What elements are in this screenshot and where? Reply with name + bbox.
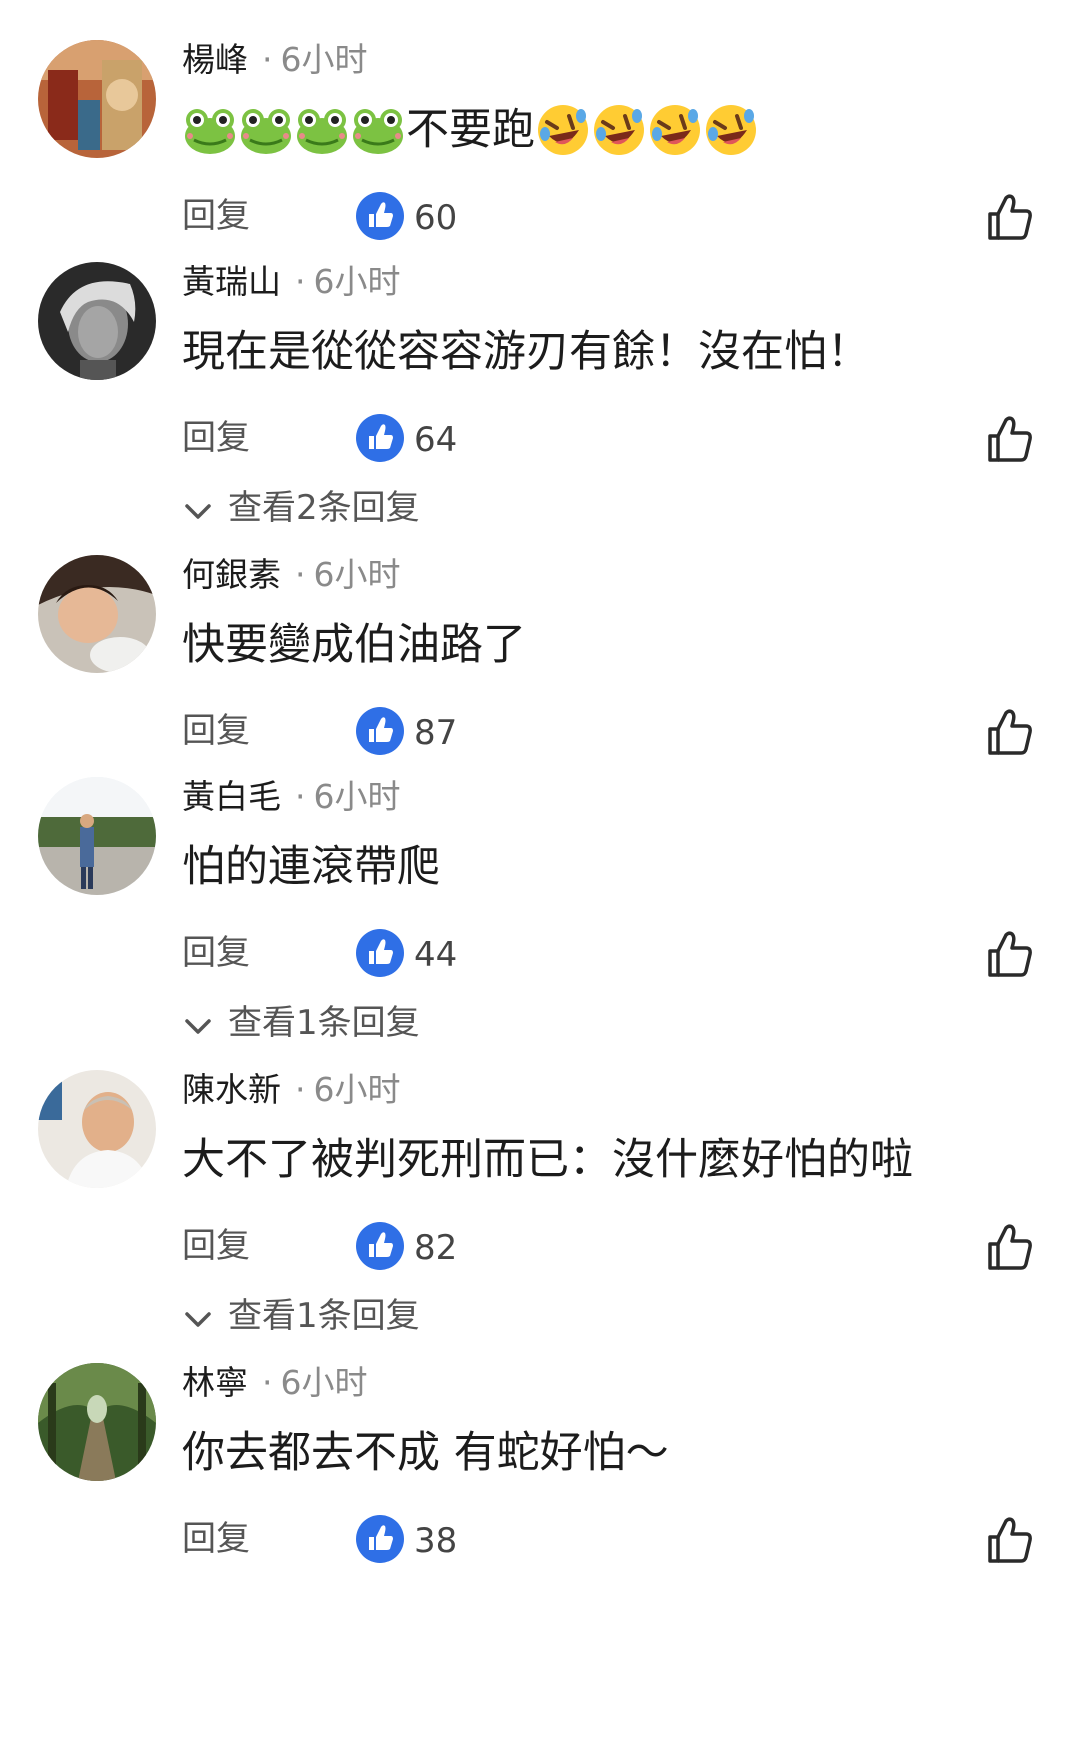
view-replies-button[interactable]: 查看2条回复 bbox=[182, 480, 420, 536]
rolling-laughing-emoji-icon bbox=[703, 102, 759, 158]
comment-meta: 楊峰 · 6小时 bbox=[182, 40, 368, 80]
comment-text: 怕的連滾帶爬 bbox=[182, 842, 440, 892]
reply-button[interactable]: 回复 bbox=[182, 410, 250, 466]
separator-dot: · bbox=[295, 1070, 306, 1109]
avatar[interactable] bbox=[38, 262, 156, 380]
like-count: 60 bbox=[414, 198, 458, 238]
comment-text: 大不了被判死刑而已：沒什麼好怕的啦 bbox=[182, 1135, 913, 1185]
view-replies-label: 查看1条回复 bbox=[228, 1296, 420, 1336]
view-replies-label: 查看1条回复 bbox=[228, 1003, 420, 1043]
reply-button[interactable]: 回复 bbox=[182, 188, 250, 244]
chevron-down-icon bbox=[182, 1005, 214, 1045]
like-count: 64 bbox=[414, 420, 458, 460]
separator-dot: · bbox=[295, 555, 306, 594]
like-count: 87 bbox=[414, 713, 458, 753]
thumbs-up-icon[interactable] bbox=[984, 1222, 1036, 1274]
like-badge-icon bbox=[356, 192, 404, 240]
chevron-down-icon bbox=[182, 490, 214, 530]
rolling-laughing-emoji-icon bbox=[647, 102, 703, 158]
user-name[interactable]: 何銀素 bbox=[182, 555, 281, 594]
like-badge-icon bbox=[356, 1515, 404, 1563]
comment-actions: 回复 64 bbox=[0, 410, 1080, 470]
comment-meta: 陳水新 · 6小时 bbox=[182, 1070, 401, 1110]
thumbs-up-icon[interactable] bbox=[984, 929, 1036, 981]
comment-actions: 回复 44 bbox=[0, 925, 1080, 985]
comment-text: 現在是從從容容游刃有餘！沒在怕！ bbox=[182, 327, 870, 377]
avatar[interactable] bbox=[38, 1363, 156, 1481]
view-replies-button[interactable]: 查看1条回复 bbox=[182, 995, 420, 1051]
reply-button[interactable]: 回复 bbox=[182, 703, 250, 759]
like-count: 44 bbox=[414, 935, 458, 975]
frog-emoji-icon bbox=[294, 102, 350, 158]
user-name[interactable]: 黃瑞山 bbox=[182, 262, 281, 301]
thumbs-up-icon[interactable] bbox=[984, 192, 1036, 244]
frog-emoji-icon bbox=[350, 102, 406, 158]
like-count: 38 bbox=[414, 1521, 458, 1561]
chevron-down-icon bbox=[182, 1298, 214, 1338]
like-badge-icon bbox=[356, 929, 404, 977]
comment-meta: 黃白毛 · 6小时 bbox=[182, 777, 401, 817]
user-name[interactable]: 黃白毛 bbox=[182, 777, 281, 816]
timestamp: 6小时 bbox=[280, 1363, 368, 1402]
timestamp: 6小时 bbox=[313, 1070, 401, 1109]
comment-meta: 林寧 · 6小时 bbox=[182, 1363, 368, 1403]
thumbs-up-icon[interactable] bbox=[984, 1515, 1036, 1567]
frog-emoji-icon bbox=[238, 102, 294, 158]
reply-button[interactable]: 回复 bbox=[182, 925, 250, 981]
separator-dot: · bbox=[295, 777, 306, 816]
user-name[interactable]: 楊峰 bbox=[182, 40, 248, 79]
timestamp: 6小时 bbox=[313, 777, 401, 816]
separator-dot: · bbox=[262, 1363, 273, 1402]
comment-meta: 黃瑞山 · 6小时 bbox=[182, 262, 401, 302]
like-badge-icon bbox=[356, 414, 404, 462]
reply-button[interactable]: 回复 bbox=[182, 1511, 250, 1567]
like-badge-icon bbox=[356, 707, 404, 755]
view-replies-label: 查看2条回复 bbox=[228, 488, 420, 528]
like-count: 82 bbox=[414, 1228, 458, 1268]
separator-dot: · bbox=[295, 262, 306, 301]
frog-emoji-icon bbox=[182, 102, 238, 158]
comment-actions: 回复 38 bbox=[0, 1511, 1080, 1571]
rolling-laughing-emoji-icon bbox=[591, 102, 647, 158]
comment-text: 不要跑 bbox=[182, 102, 759, 158]
avatar[interactable] bbox=[38, 1070, 156, 1188]
comment-actions: 回复 87 bbox=[0, 703, 1080, 763]
thumbs-up-icon[interactable] bbox=[984, 707, 1036, 759]
view-replies-button[interactable]: 查看1条回复 bbox=[182, 1288, 420, 1344]
reply-button[interactable]: 回复 bbox=[182, 1218, 250, 1274]
avatar[interactable] bbox=[38, 555, 156, 673]
comment-text-body: 不要跑 bbox=[406, 105, 535, 155]
user-name[interactable]: 陳水新 bbox=[182, 1070, 281, 1109]
comment-actions: 回复 60 bbox=[0, 188, 1080, 248]
comment-text: 你去都去不成 有蛇好怕～ bbox=[182, 1428, 669, 1478]
comment-meta: 何銀素 · 6小时 bbox=[182, 555, 401, 595]
comment-text: 快要變成伯油路了 bbox=[182, 620, 526, 670]
timestamp: 6小时 bbox=[280, 40, 368, 79]
separator-dot: · bbox=[262, 40, 273, 79]
rolling-laughing-emoji-icon bbox=[535, 102, 591, 158]
user-name[interactable]: 林寧 bbox=[182, 1363, 248, 1402]
like-badge-icon bbox=[356, 1222, 404, 1270]
thumbs-up-icon[interactable] bbox=[984, 414, 1036, 466]
comment-actions: 回复 82 bbox=[0, 1218, 1080, 1278]
avatar[interactable] bbox=[38, 40, 156, 158]
avatar[interactable] bbox=[38, 777, 156, 895]
timestamp: 6小时 bbox=[313, 262, 401, 301]
timestamp: 6小时 bbox=[313, 555, 401, 594]
